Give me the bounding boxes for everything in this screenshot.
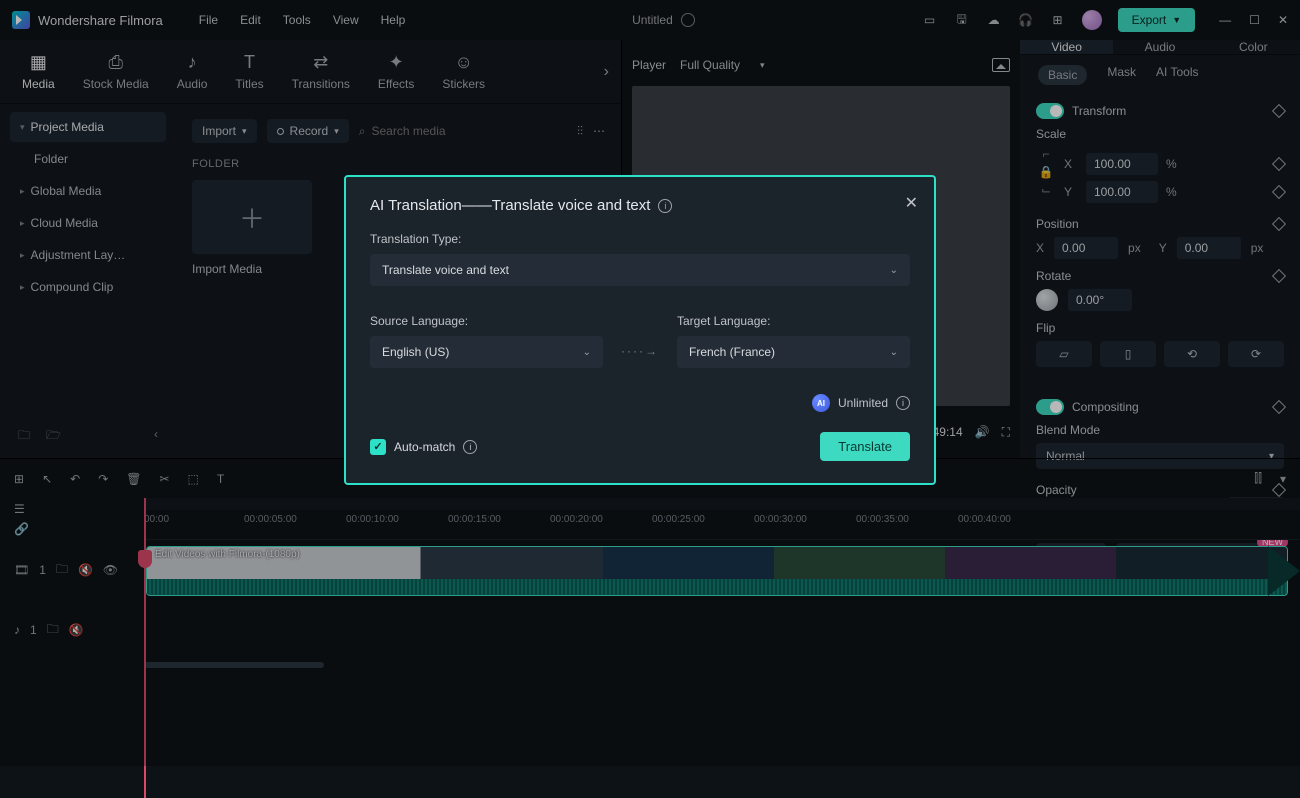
- ai-badge-icon: AI: [812, 394, 830, 412]
- info-icon[interactable]: i: [463, 440, 477, 454]
- target-language-dropdown[interactable]: French (France)⌄: [677, 336, 910, 368]
- automatch-checkbox[interactable]: ✓: [370, 439, 386, 455]
- target-language-label: Target Language:: [677, 314, 910, 328]
- credit-label: Unlimited: [838, 396, 888, 410]
- automatch-label: Auto-match: [394, 440, 455, 454]
- info-icon[interactable]: i: [658, 199, 672, 213]
- source-language-label: Source Language:: [370, 314, 603, 328]
- chevron-down-icon: ⌄: [583, 347, 591, 358]
- chevron-down-icon: ⌄: [890, 265, 898, 276]
- translation-type-label: Translation Type:: [370, 232, 910, 246]
- info-icon[interactable]: i: [896, 396, 910, 410]
- modal-footer: ✓ Auto-match i Translate: [370, 432, 910, 461]
- translate-button[interactable]: Translate: [820, 432, 910, 461]
- modal-title: AI Translation——Translate voice and text…: [370, 197, 910, 214]
- translation-type-dropdown[interactable]: Translate voice and text⌄: [370, 254, 910, 286]
- modal-close-button[interactable]: ✕: [905, 193, 918, 213]
- source-language-dropdown[interactable]: English (US)⌄: [370, 336, 603, 368]
- ai-translation-modal: AI Translation——Translate voice and text…: [344, 175, 936, 485]
- arrow-icon: ····→: [621, 344, 659, 368]
- credit-row: AI Unlimited i: [370, 394, 910, 412]
- chevron-down-icon: ⌄: [890, 347, 898, 358]
